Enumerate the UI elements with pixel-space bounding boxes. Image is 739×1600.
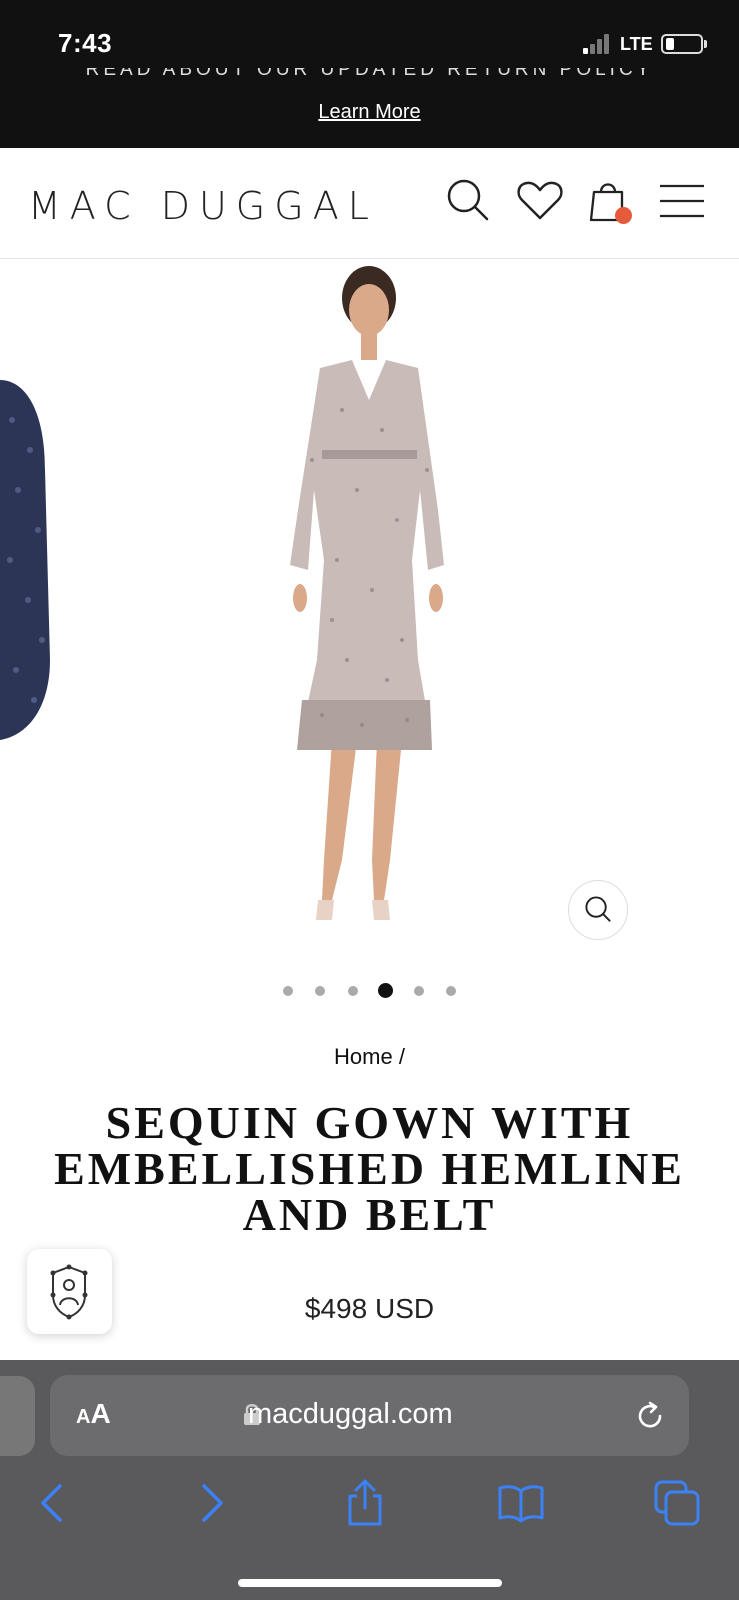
pagination-dot[interactable] bbox=[347, 985, 358, 996]
battery-icon bbox=[661, 34, 703, 54]
pagination-dot[interactable] bbox=[282, 985, 293, 996]
brand-logo[interactable]: MAC DUGGAL bbox=[28, 184, 378, 228]
clock: 7:43 bbox=[58, 28, 113, 58]
forward-icon[interactable] bbox=[186, 1478, 236, 1528]
back-icon[interactable] bbox=[28, 1478, 78, 1528]
announcement-text: READ ABOUT OUR UPDATED RETURN POLICY bbox=[85, 68, 654, 80]
status-announcement-bar: 7:43 LTE READ ABOUT OUR UPDATED RETURN P… bbox=[0, 0, 739, 148]
home-indicator[interactable] bbox=[238, 1579, 502, 1587]
heart-icon[interactable] bbox=[515, 176, 565, 226]
previous-tab-peek[interactable] bbox=[0, 1376, 35, 1456]
zoom-button[interactable] bbox=[568, 880, 628, 940]
previous-image-peek[interactable] bbox=[0, 360, 60, 760]
learn-more-link[interactable]: Learn More bbox=[0, 101, 739, 124]
share-icon[interactable] bbox=[340, 1478, 390, 1528]
pagination-dot[interactable] bbox=[315, 985, 326, 996]
breadcrumb[interactable]: Home / bbox=[0, 1044, 739, 1070]
cart-badge bbox=[615, 207, 632, 224]
network-label: LTE bbox=[620, 34, 653, 54]
tabs-icon[interactable] bbox=[652, 1478, 702, 1528]
pagination-dot-active[interactable] bbox=[378, 983, 394, 999]
site-header: MAC DUGGAL bbox=[0, 148, 739, 259]
cell-signal-icon bbox=[583, 34, 611, 54]
url-text[interactable]: macduggal.com bbox=[248, 1398, 453, 1431]
gallery-pagination bbox=[0, 982, 739, 1002]
product-title: SEQUIN GOWN WITH EMBELLISHED HEMLINE AND… bbox=[54, 1097, 685, 1240]
reload-icon[interactable] bbox=[634, 1400, 666, 1432]
product-price: $498 USD bbox=[304, 1293, 435, 1324]
bookmarks-icon[interactable] bbox=[496, 1478, 546, 1528]
pagination-dot[interactable] bbox=[413, 985, 424, 996]
reader-settings-button[interactable]: AA bbox=[76, 1398, 111, 1430]
pagination-dot[interactable] bbox=[446, 985, 457, 996]
product-image[interactable] bbox=[262, 260, 482, 960]
browser-toolbar: AA macduggal.com bbox=[0, 1360, 739, 1600]
product-gallery[interactable] bbox=[0, 260, 739, 960]
menu-icon[interactable] bbox=[657, 176, 707, 226]
search-icon[interactable] bbox=[443, 176, 493, 226]
